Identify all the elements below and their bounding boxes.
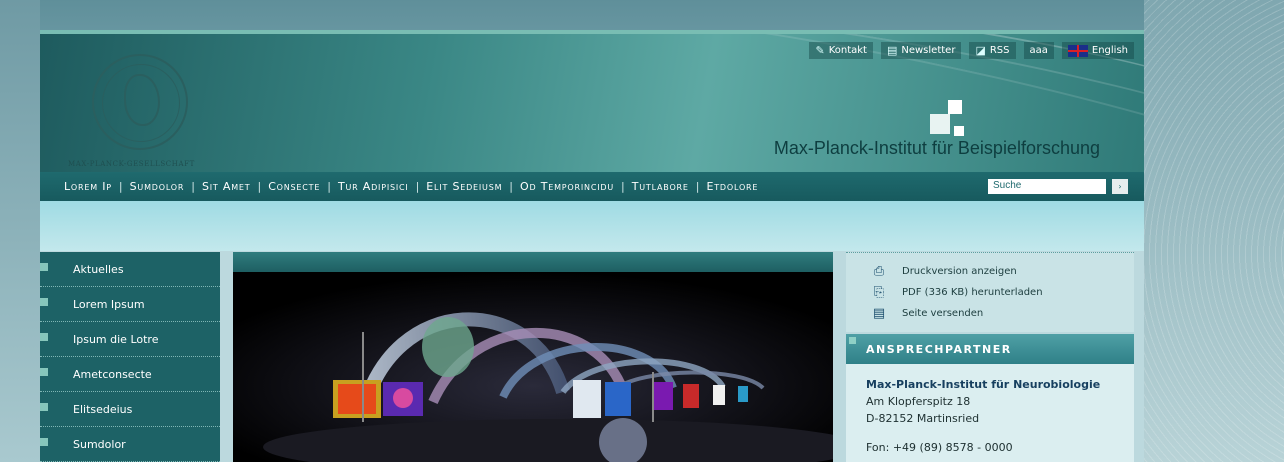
page-tools: ⎙ Druckversion anzeigen ⎘ PDF (336 KB) h…: [846, 252, 1134, 332]
rss-link[interactable]: ◪ RSS: [969, 42, 1016, 59]
sidebar-item-label: Aktuelles: [73, 262, 124, 276]
send-label: Seite versenden: [902, 308, 984, 319]
main-feature-image: [233, 252, 833, 462]
pdf-download-link[interactable]: ⎘ PDF (336 KB) herunterladen: [870, 282, 1134, 303]
background-left: [0, 0, 40, 462]
header: MAX-PLANCK-GESELLSCHAFT ✎ Kontakt ▤ News…: [40, 30, 1144, 172]
contact-heading-label: ANSPRECHPARTNER: [866, 342, 1012, 356]
institute-mark-icon: [930, 100, 970, 140]
bullet-icon: [849, 337, 856, 344]
nav-item-consecte[interactable]: Consecte: [268, 180, 320, 193]
sidebar-item-aktuelles[interactable]: Aktuelles: [40, 252, 220, 287]
nav-separator: |: [509, 180, 514, 193]
nav-separator: |: [257, 180, 262, 193]
newsletter-icon: ▤: [886, 44, 898, 57]
minerva-head-shape: [124, 74, 160, 126]
bullet-icon: [40, 333, 48, 341]
sidebar-nav: Aktuelles Lorem Ipsum Ipsum die Lotre Am…: [40, 252, 220, 462]
sidebar-item-label: Elitsedeius: [73, 402, 133, 416]
print-label: Druckversion anzeigen: [902, 266, 1017, 277]
nav-separator: |: [695, 180, 700, 193]
english-link[interactable]: English: [1061, 42, 1134, 59]
contact-heading: ANSPRECHPARTNER: [846, 334, 1134, 364]
mpg-logo[interactable]: MAX-PLANCK-GESELLSCHAFT: [68, 54, 218, 168]
main-nav: Lorem Ip | Sumdolor | Sit Amet | Consect…: [40, 172, 1144, 201]
institute-name: Max-Planck-Institut für Beispielforschun…: [773, 138, 1100, 158]
banner-band: [40, 201, 1144, 251]
background-swirl: [1144, 0, 1284, 462]
sidebar-item-ametconsecte[interactable]: Ametconsecte: [40, 357, 220, 392]
nav-item-tutlabore[interactable]: Tutlabore: [632, 180, 689, 193]
rss-icon: ◪: [975, 44, 986, 57]
logo-text: MAX-PLANCK-GESELLSCHAFT: [68, 160, 195, 168]
sidebar-item-elitsedeius[interactable]: Elitsedeius: [40, 392, 220, 427]
newsletter-label: Newsletter: [901, 45, 956, 56]
sidebar-item-label: Ipsum die Lotre: [73, 332, 159, 346]
pdf-label: PDF (336 KB) herunterladen: [902, 287, 1043, 298]
contact-street: Am Klopferspitz 18: [866, 395, 971, 408]
search-input[interactable]: Suche: [988, 179, 1106, 194]
nav-item-elit-sedeiusm[interactable]: Elit Sedeiusm: [426, 180, 502, 193]
nav-item-sit-amet[interactable]: Sit Amet: [202, 180, 251, 193]
print-icon: ⎙: [873, 264, 885, 279]
bullet-icon: [40, 438, 48, 446]
contact-box: Max-Planck-Institut für Neurobiologie Am…: [846, 364, 1134, 462]
minerva-logo-icon: [92, 54, 188, 150]
rss-label: RSS: [989, 45, 1010, 56]
kontakt-label: Kontakt: [828, 45, 867, 56]
exhibition-illustration: [233, 272, 833, 462]
nav-item-lorem-ip[interactable]: Lorem Ip: [64, 180, 112, 193]
newsletter-link[interactable]: ▤ Newsletter: [880, 42, 962, 59]
send-page-link[interactable]: ▤ Seite versenden: [870, 303, 1134, 324]
page: MAX-PLANCK-GESELLSCHAFT ✎ Kontakt ▤ News…: [40, 30, 1144, 462]
sidebar-item-label: Ametconsecte: [73, 367, 152, 381]
top-links: ✎ Kontakt ▤ Newsletter ◪ RSS aaa English: [809, 42, 1134, 59]
sidebar-item-sumdolor[interactable]: Sumdolor: [40, 427, 220, 462]
image-top-strip: [233, 252, 833, 272]
uk-flag-icon: [1067, 44, 1088, 57]
nav-separator: |: [118, 180, 123, 193]
bullet-icon: [40, 403, 48, 411]
pdf-download-icon: ⎘: [873, 285, 885, 300]
send-page-icon: ▤: [872, 306, 886, 321]
nav-separator: |: [191, 180, 195, 193]
edit-icon: ✎: [815, 44, 825, 57]
print-link[interactable]: ⎙ Druckversion anzeigen: [870, 261, 1134, 282]
bullet-icon: [40, 368, 48, 376]
right-column: ⎙ Druckversion anzeigen ⎘ PDF (336 KB) h…: [846, 252, 1134, 462]
nav-separator: |: [327, 180, 331, 193]
search-submit-button[interactable]: ›: [1112, 179, 1128, 194]
bullet-icon: [40, 263, 48, 271]
nav-item-tur-adipisici[interactable]: Tur Adipisici: [338, 180, 409, 193]
nav-item-sumdolor[interactable]: Sumdolor: [130, 180, 185, 193]
kontakt-link[interactable]: ✎ Kontakt: [809, 42, 873, 59]
sidebar-item-lorem-ipsum[interactable]: Lorem Ipsum: [40, 287, 220, 322]
font-size-link[interactable]: aaa: [1023, 42, 1054, 59]
contact-city: D-82152 Martinsried: [866, 412, 980, 425]
nav-separator: |: [415, 180, 420, 193]
english-label: English: [1091, 45, 1128, 56]
sidebar-item-ipsum-die-lotre[interactable]: Ipsum die Lotre: [40, 322, 220, 357]
nav-separator: |: [621, 180, 625, 193]
nav-item-od-temporincidu[interactable]: Od Temporincidu: [520, 180, 614, 193]
contact-phone: Fon: +49 (89) 8578 - 0000: [866, 441, 1013, 454]
bullet-icon: [40, 298, 48, 306]
sidebar-item-label: Lorem Ipsum: [73, 297, 145, 311]
nav-item-etdolore[interactable]: Etdolore: [706, 180, 758, 193]
sidebar-item-label: Sumdolor: [73, 437, 126, 451]
contact-organization[interactable]: Max-Planck-Institut für Neurobiologie: [866, 378, 1134, 391]
font-size-label: aaa: [1029, 45, 1048, 56]
